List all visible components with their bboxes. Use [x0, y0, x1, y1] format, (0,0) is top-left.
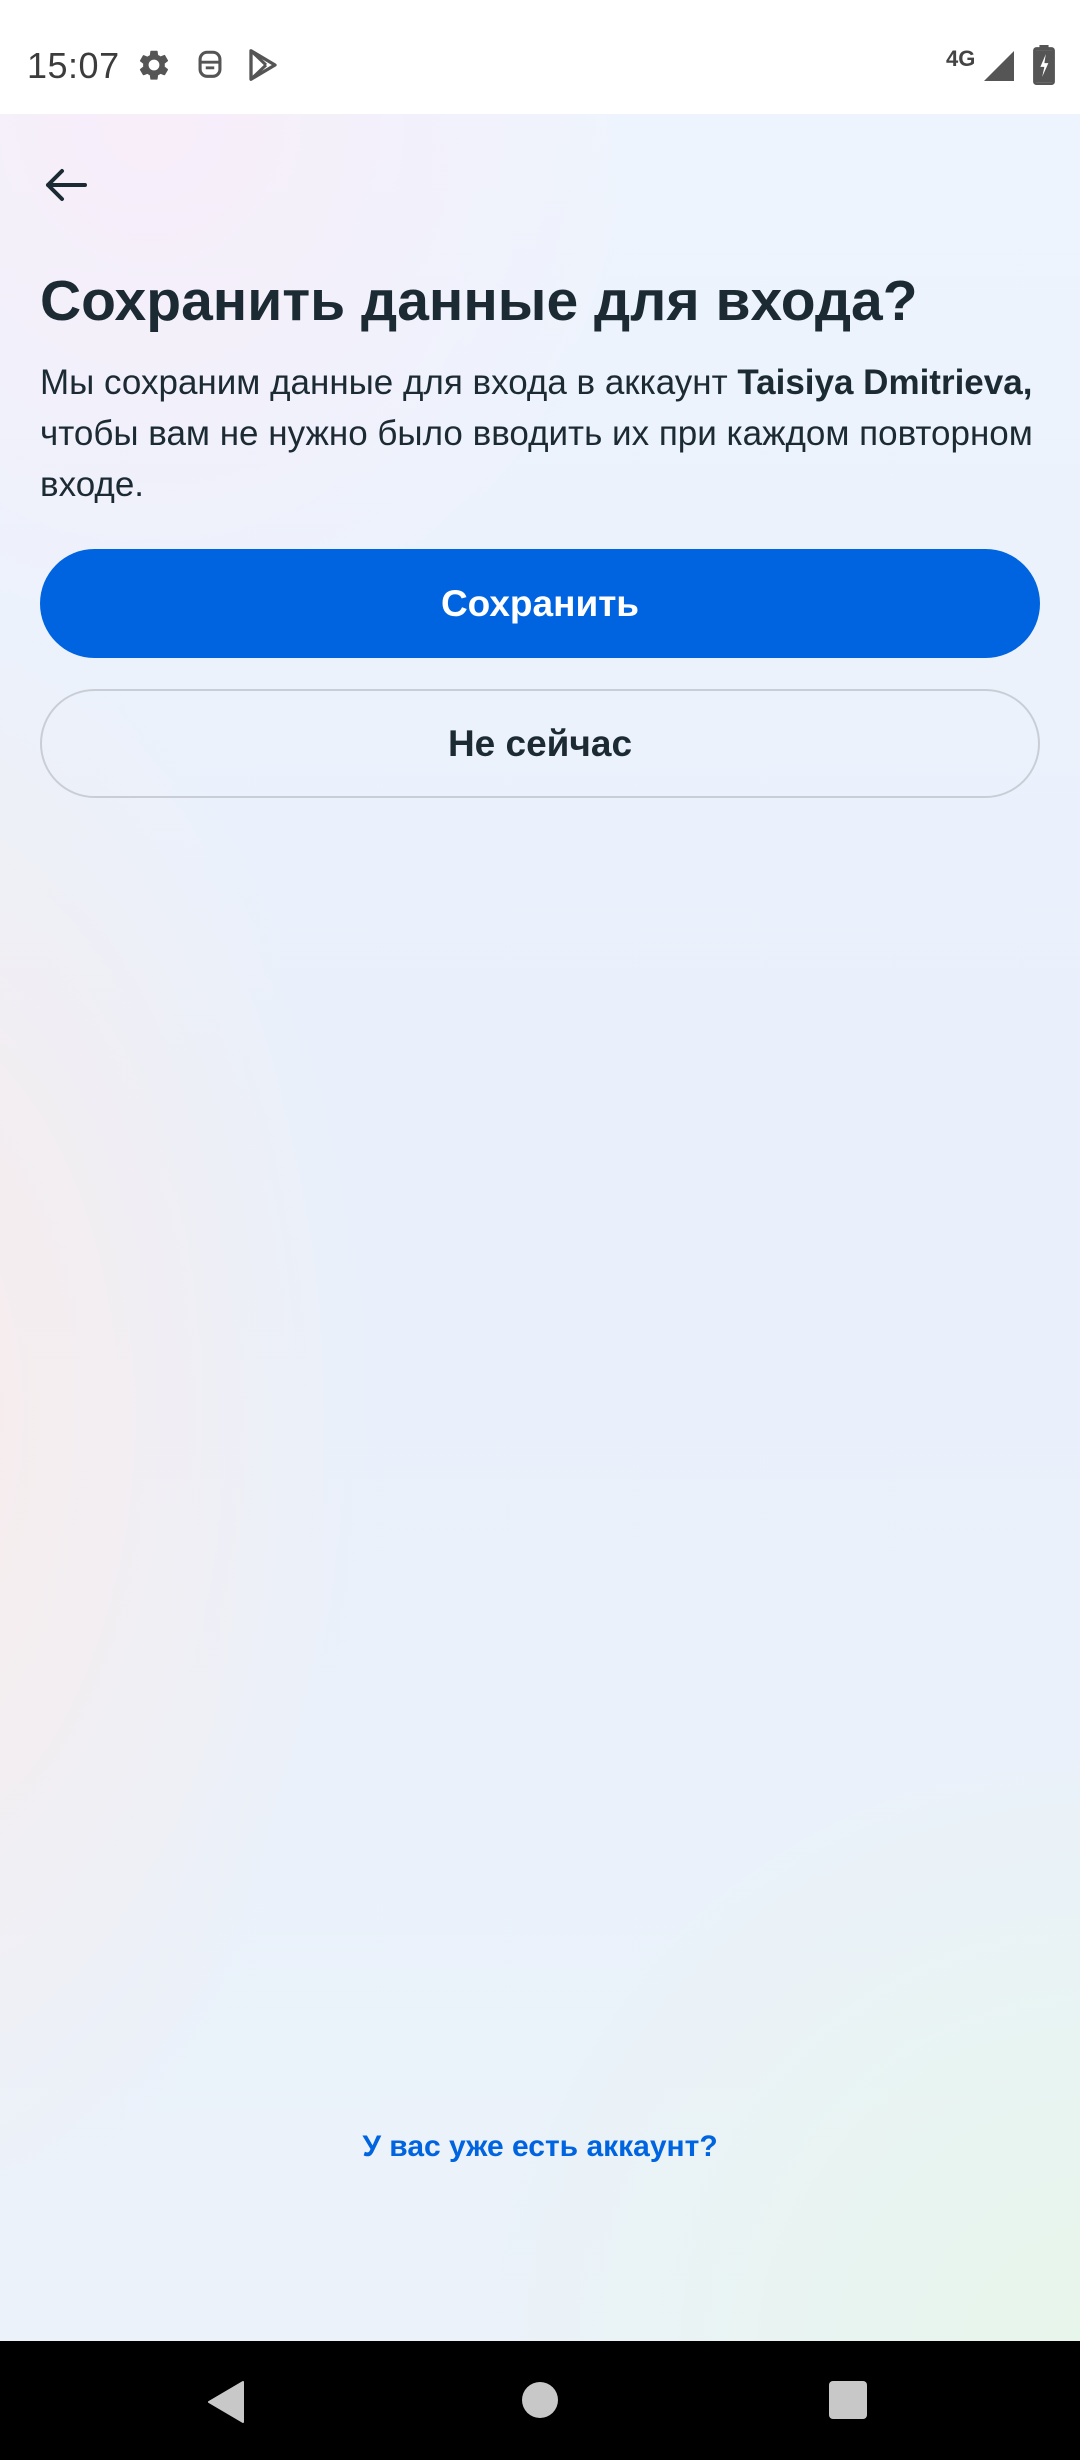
- navigation-bar: [0, 2341, 1080, 2460]
- gear-icon: [136, 47, 172, 88]
- status-bar: 15:07 4G: [0, 0, 1080, 114]
- play-store-icon: [245, 46, 281, 89]
- page-title: Сохранить данные для входа?: [40, 269, 918, 333]
- save-button[interactable]: Сохранить: [40, 549, 1040, 658]
- not-now-button[interactable]: Не сейчас: [40, 689, 1040, 798]
- home-circle-icon[interactable]: [521, 2381, 559, 2424]
- signal-icon: [980, 48, 1018, 89]
- description: Мы сохраним данные для входа в аккаунт T…: [40, 357, 1040, 510]
- network-type: 4G: [946, 46, 976, 71]
- account-name: Taisiya Dmitrieva,: [737, 363, 1033, 402]
- notification-icon: [193, 47, 227, 88]
- description-text-start: Мы сохраним данные для входа в аккаунт: [40, 363, 738, 402]
- main-content: Сохранить данные для входа? Мы сохраним …: [0, 114, 1080, 2341]
- recents-square-icon[interactable]: [829, 2381, 867, 2424]
- arrow-left-icon: [43, 167, 87, 208]
- battery-icon: [1032, 45, 1056, 90]
- back-button[interactable]: [30, 152, 100, 222]
- back-triangle-icon[interactable]: [205, 2379, 247, 2430]
- description-text-end: чтобы вам не нужно было вводить их при к…: [40, 414, 1033, 504]
- have-account-link[interactable]: У вас уже есть аккаунт?: [0, 2130, 1080, 2164]
- status-time: 15:07: [27, 45, 120, 86]
